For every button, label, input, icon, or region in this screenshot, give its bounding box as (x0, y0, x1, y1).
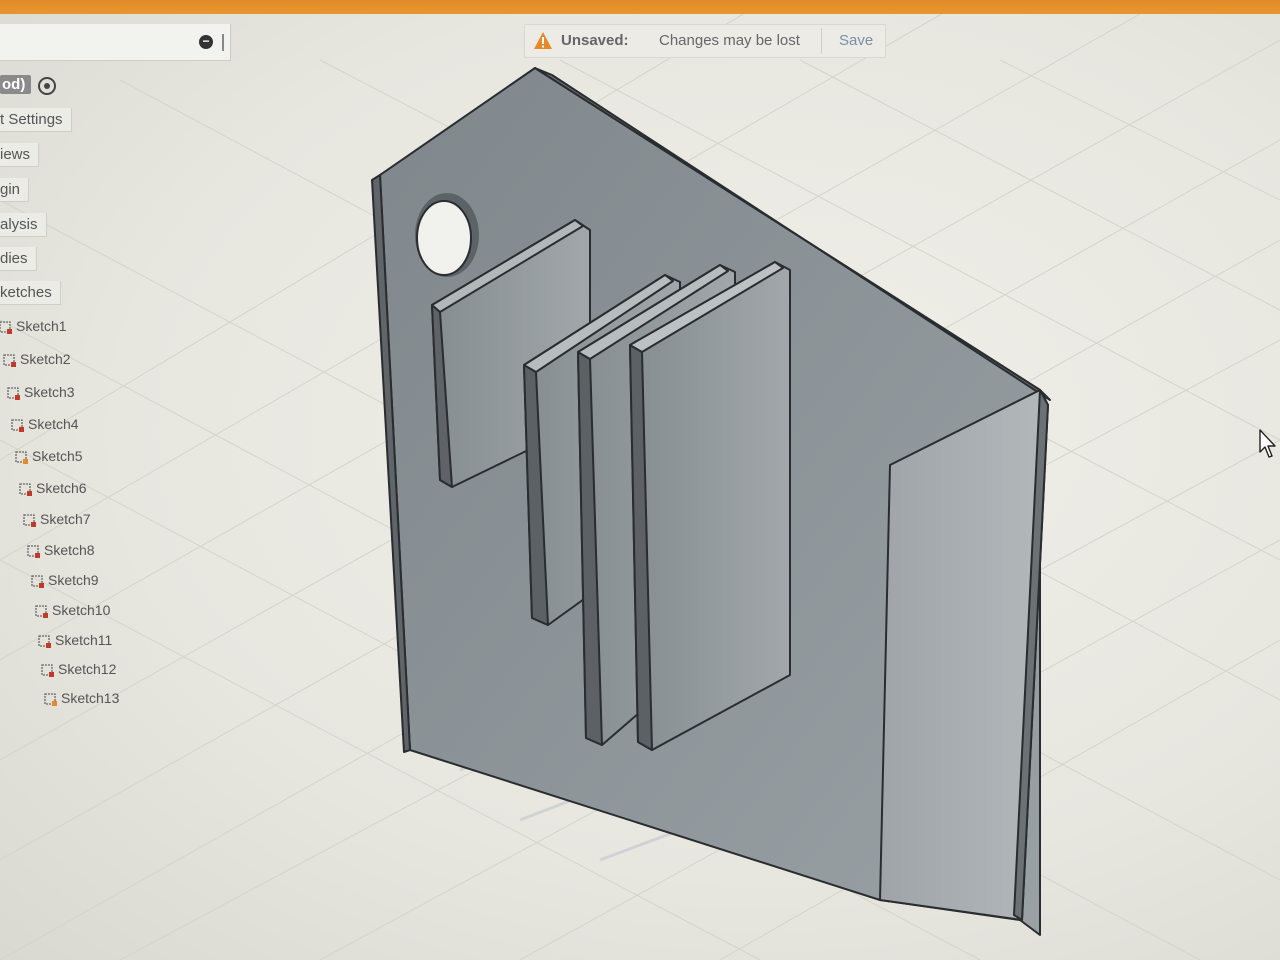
browser-root-node[interactable]: od) (0, 75, 32, 94)
sketch-profile-icon (7, 387, 20, 400)
sketch-profile-icon (11, 419, 24, 432)
sketch-profile-icon (23, 514, 36, 527)
warning-triangle-icon (534, 32, 552, 49)
browser-node-settings[interactable]: t Settings (0, 108, 72, 132)
sketch-profile-icon (27, 545, 40, 558)
save-button[interactable]: Save (839, 32, 873, 49)
sketch-label: Sketch9 (48, 572, 99, 588)
clear-circle-icon[interactable]: − (199, 35, 213, 49)
search-bar[interactable]: − (0, 24, 231, 61)
sketch-profile-icon (38, 635, 51, 648)
title-bar (0, 0, 1280, 14)
browser-node-origin[interactable]: gin (0, 178, 30, 202)
sketch-label: Sketch5 (32, 448, 83, 464)
search-divider (222, 34, 224, 51)
sketch-label: Sketch13 (61, 690, 120, 706)
side-plate (879, 389, 1049, 921)
sketch-profile-icon (35, 605, 48, 618)
sketch-profile-icon (15, 451, 28, 464)
sketch-label: Sketch4 (28, 416, 79, 432)
sketch-label: Sketch10 (52, 602, 111, 618)
radio-visibility-icon[interactable] (38, 77, 56, 95)
browser-node-analysis[interactable]: alysis (0, 213, 47, 237)
mouse-pointer-icon (1259, 429, 1276, 458)
sketch-profile-icon (19, 483, 32, 496)
mounting-hole (415, 193, 479, 277)
sketch-profile-icon (41, 664, 54, 677)
sketch-label: Sketch6 (36, 480, 87, 496)
sketch-label: Sketch3 (24, 384, 75, 400)
sketch-label: Sketch1 (16, 318, 67, 334)
sketch-label: Sketch7 (40, 511, 91, 527)
sketch-profile-icon (0, 321, 12, 334)
unsaved-banner: Unsaved: Changes may be lost Save (524, 24, 886, 58)
browser-node-views[interactable]: iews (0, 143, 40, 167)
browser-node-sketches[interactable]: ketches (0, 281, 61, 305)
browser-panel: od) t Settings iews gin alysis dies ketc… (0, 70, 240, 770)
unsaved-message: Changes may be lost (659, 32, 800, 49)
sketch-label: Sketch11 (55, 632, 113, 648)
unsaved-status-label: Unsaved: (561, 32, 629, 49)
sketch-label: Sketch2 (20, 351, 71, 367)
banner-separator (821, 28, 822, 54)
sketch-label: Sketch8 (44, 542, 95, 558)
sketch-label: Sketch12 (58, 661, 117, 677)
sketch-profile-icon (44, 693, 57, 706)
browser-node-bodies[interactable]: dies (0, 247, 37, 271)
sketch-profile-icon (3, 354, 16, 367)
fin-3 (629, 261, 791, 751)
sketch-profile-icon (31, 575, 44, 588)
